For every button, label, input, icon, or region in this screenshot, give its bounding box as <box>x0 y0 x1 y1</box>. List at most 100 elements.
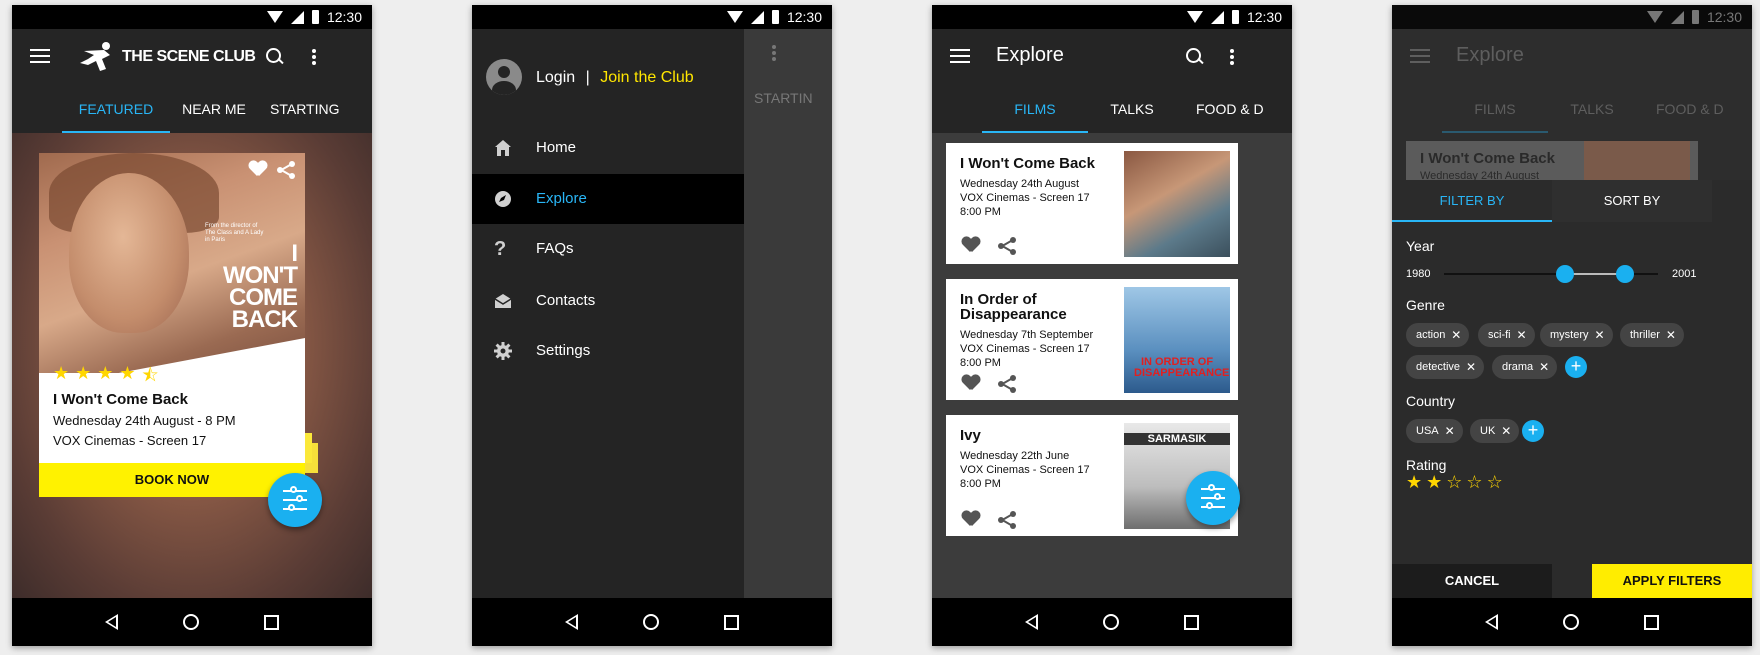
heart-icon[interactable] <box>962 375 980 391</box>
add-country-button[interactable]: + <box>1522 420 1544 442</box>
remove-icon: ✕ <box>1594 328 1605 342</box>
film-poster-thumbnail <box>1124 151 1230 257</box>
event-venue: VOX Cinemas - Screen 17 <box>53 433 207 448</box>
featured-event-card[interactable]: From the director of The Class and A Lad… <box>39 153 305 493</box>
tab-near-me[interactable]: NEAR ME <box>170 85 258 133</box>
recents-icon[interactable] <box>724 614 740 630</box>
drawer-item-contacts[interactable]: Contacts <box>472 276 744 326</box>
film-card[interactable]: I Won't Come Back Wednesday 24th August … <box>946 143 1238 264</box>
country-chip[interactable]: UK ✕ <box>1470 419 1520 443</box>
dimmed-tab: STARTIN <box>754 90 813 106</box>
remove-icon: ✕ <box>1465 360 1477 374</box>
back-icon[interactable] <box>1024 614 1038 630</box>
remove-icon: ✕ <box>1516 328 1527 342</box>
back-icon[interactable] <box>1484 614 1498 630</box>
film-date: Wednesday 24th August <box>960 178 1080 190</box>
add-genre-button[interactable]: + <box>1565 356 1587 378</box>
drawer-item-explore[interactable]: Explore <box>472 174 744 224</box>
film-venue: VOX Cinemas - Screen 17 <box>960 464 1090 476</box>
search-icon[interactable] <box>266 48 284 66</box>
dimmed-explore-background[interactable]: Explore FILMS TALKS FOOD & D I Won't Com… <box>1392 5 1752 182</box>
system-nav-bar <box>1392 598 1752 646</box>
battery-icon <box>311 10 319 24</box>
genre-chip[interactable]: detective ✕ <box>1406 355 1485 379</box>
mail-icon <box>494 294 512 308</box>
tab-bar: FEATURED NEAR ME STARTING <box>12 85 372 133</box>
tab-starting[interactable]: STARTING <box>258 85 348 133</box>
year-max-handle[interactable] <box>1616 265 1634 283</box>
heart-icon[interactable] <box>962 237 980 253</box>
more-options-icon <box>772 45 776 63</box>
heart-icon[interactable] <box>249 161 267 177</box>
navigation-drawer: Login | Join the Club Home Explore ? FAQ… <box>472 29 744 598</box>
menu-icon[interactable] <box>30 49 50 63</box>
search-icon[interactable] <box>1186 48 1204 66</box>
recents-icon[interactable] <box>1184 614 1200 630</box>
share-icon[interactable] <box>277 161 295 179</box>
tab-featured[interactable]: FEATURED <box>62 85 170 133</box>
tab-filter-by[interactable]: FILTER BY <box>1392 180 1552 222</box>
tab-sort-by[interactable]: SORT BY <box>1552 180 1712 222</box>
book-now-button[interactable]: BOOK NOW <box>39 463 305 497</box>
more-options-icon[interactable] <box>312 49 316 65</box>
signal-icon <box>1670 10 1684 24</box>
status-time: 12:30 <box>1246 9 1282 25</box>
share-icon[interactable] <box>998 237 1016 255</box>
film-card[interactable]: In Order of Disappearance Wednesday 7th … <box>946 279 1238 400</box>
wifi-icon <box>1186 11 1203 23</box>
filter-fab-button[interactable] <box>268 473 322 527</box>
tab-talks: TALKS <box>1570 101 1614 117</box>
app-bar: Explore <box>932 29 1292 85</box>
drawer-item-faqs[interactable]: ? FAQs <box>472 224 744 274</box>
rating-stars[interactable]: ★ ★ ☆ ☆ ☆ <box>1406 472 1503 493</box>
share-icon[interactable] <box>998 375 1016 393</box>
event-title: I Won't Come Back <box>53 391 188 408</box>
login-link[interactable]: Login <box>536 69 575 86</box>
year-min-handle[interactable] <box>1556 265 1574 283</box>
system-nav-bar <box>12 598 372 646</box>
country-chip[interactable]: USA ✕ <box>1406 419 1463 443</box>
tab-food[interactable]: FOOD & D <box>1186 85 1286 133</box>
phone-explore-screen: 12:30 Explore FILMS TALKS FOOD & D I Won… <box>932 5 1292 646</box>
page-title: Explore <box>996 44 1064 66</box>
filter-fab-button[interactable] <box>1186 471 1240 525</box>
home-circle-icon[interactable] <box>642 614 659 630</box>
back-icon[interactable] <box>104 614 118 630</box>
cancel-button[interactable]: CANCEL <box>1392 564 1552 598</box>
year-max: 2001 <box>1672 268 1697 280</box>
battery-icon <box>1231 10 1239 24</box>
home-circle-icon[interactable] <box>182 614 199 630</box>
drawer-item-home[interactable]: Home <box>472 123 744 173</box>
genre-chip[interactable]: mystery ✕ <box>1540 323 1613 347</box>
share-icon[interactable] <box>998 511 1016 529</box>
genre-label: Genre <box>1406 297 1445 313</box>
recents-icon[interactable] <box>1644 614 1660 630</box>
status-bar: 12:30 <box>1392 5 1752 29</box>
home-circle-icon[interactable] <box>1102 614 1119 630</box>
wifi-icon <box>266 11 283 23</box>
apply-filters-button[interactable]: APPLY FILTERS <box>1592 564 1752 598</box>
tab-bar: FILMS TALKS FOOD & D <box>932 85 1292 133</box>
tab-talks[interactable]: TALKS <box>1088 85 1176 133</box>
genre-chip[interactable]: drama ✕ <box>1492 355 1558 379</box>
genre-chip[interactable]: sci-fi ✕ <box>1478 323 1535 347</box>
drawer-item-settings[interactable]: Settings <box>472 326 744 376</box>
star-icon: ★ <box>97 363 114 383</box>
home-circle-icon[interactable] <box>1562 614 1579 630</box>
join-club-link[interactable]: Join the Club <box>600 69 693 86</box>
star-outline-icon: ☆ <box>1486 472 1503 492</box>
film-time: 8:00 PM <box>960 478 1001 490</box>
avatar-icon[interactable] <box>486 59 522 95</box>
recents-icon[interactable] <box>264 614 280 630</box>
year-min: 1980 <box>1406 268 1431 280</box>
poster-title: I WON'T COME BACK <box>222 240 298 333</box>
star-rating: ★ ★ ★ ★ ⯪ <box>53 363 159 393</box>
menu-icon[interactable] <box>950 49 970 63</box>
tab-films[interactable]: FILMS <box>982 85 1088 133</box>
genre-chip[interactable]: thriller ✕ <box>1620 323 1684 347</box>
back-icon[interactable] <box>564 614 578 630</box>
more-options-icon[interactable] <box>1230 49 1234 65</box>
heart-icon[interactable] <box>962 511 980 527</box>
wifi-icon <box>1646 11 1663 23</box>
genre-chip[interactable]: action ✕ <box>1406 323 1470 347</box>
